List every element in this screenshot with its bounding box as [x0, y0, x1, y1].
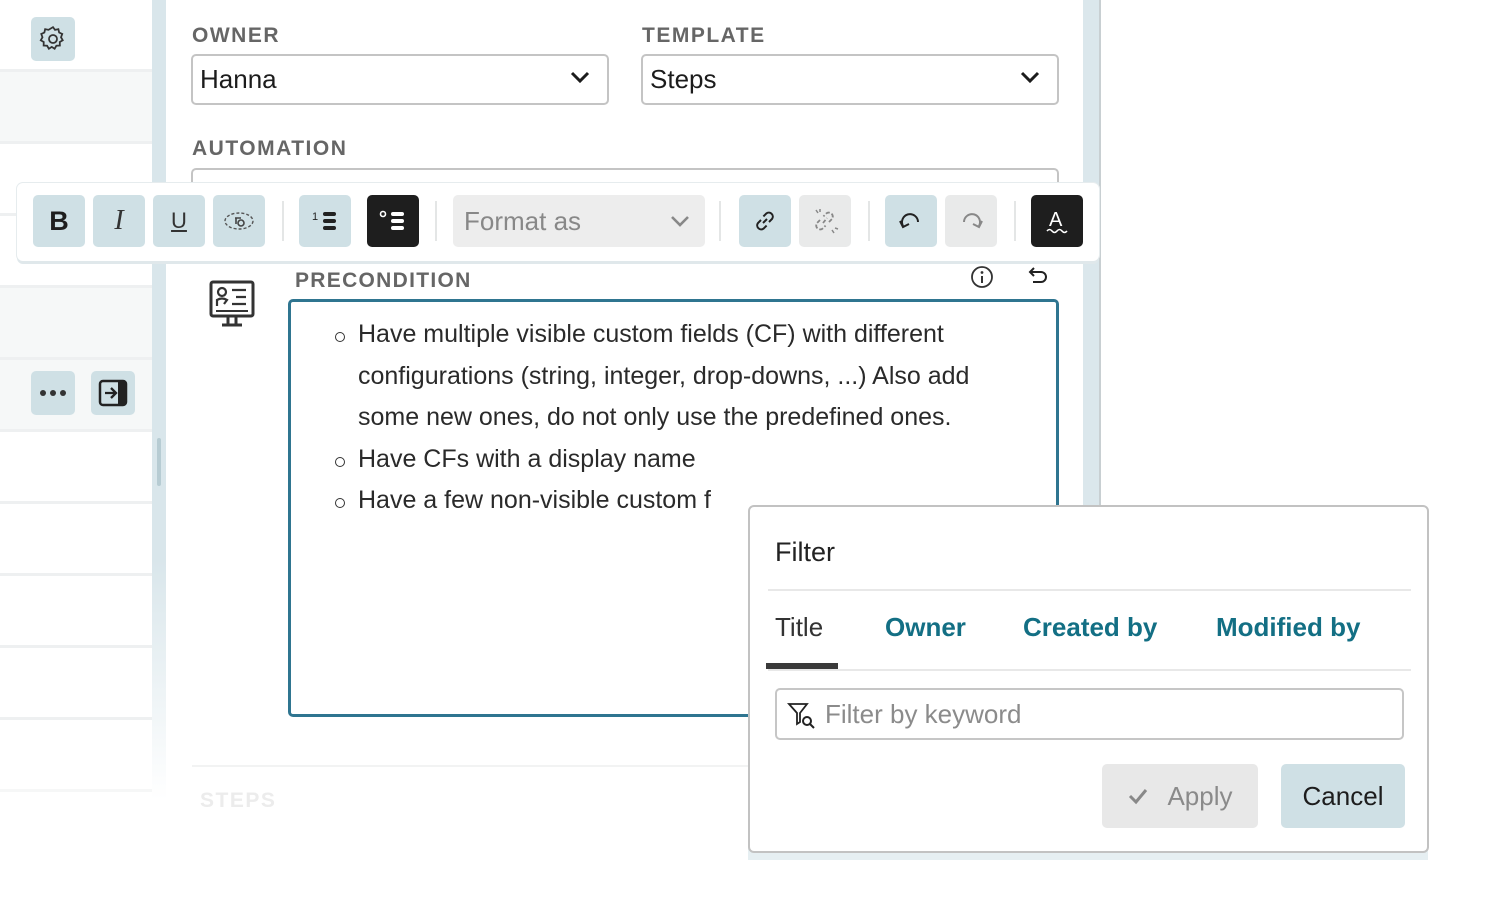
section-divider	[192, 765, 752, 767]
list-row[interactable]	[0, 72, 152, 144]
panel-border	[1099, 0, 1101, 505]
link-icon	[756, 211, 774, 231]
list-row[interactable]	[0, 720, 152, 792]
undo-button[interactable]	[885, 195, 937, 247]
text-color-button[interactable]: A	[1031, 195, 1083, 247]
list-row[interactable]	[0, 0, 152, 72]
scrollbar-thumb[interactable]	[157, 438, 161, 486]
list-row-selected[interactable]	[0, 360, 152, 432]
rich-text-toolbar: B I U 1 Format as A	[17, 183, 1099, 261]
list-row[interactable]	[0, 648, 152, 720]
clear-formatting-button[interactable]	[213, 195, 265, 247]
toolbar-separator	[719, 201, 721, 241]
bullet-list-icon	[379, 210, 404, 230]
redo-icon	[963, 213, 983, 229]
list-row[interactable]	[0, 576, 152, 648]
panel-expand-icon	[98, 379, 128, 407]
toolbar-separator	[282, 201, 284, 241]
toolbar-separator	[868, 201, 870, 241]
monitor-presentation-icon	[209, 280, 255, 327]
apply-button[interactable]: Apply	[1102, 764, 1258, 828]
ordered-list-button[interactable]: 1	[299, 195, 351, 247]
underline-button[interactable]: U	[153, 195, 205, 247]
list-row[interactable]	[0, 432, 152, 504]
undo-icon	[899, 213, 919, 229]
clear-formatting-icon	[224, 212, 254, 230]
precondition-icon-wrap	[208, 280, 256, 333]
bullet-list-button[interactable]	[367, 195, 419, 247]
filter-title: Filter	[775, 537, 835, 567]
list-panel	[0, 0, 152, 800]
italic-icon: I	[114, 205, 124, 236]
filter-keyword-field[interactable]	[775, 688, 1404, 740]
expand-panel-button[interactable]	[91, 371, 135, 415]
owner-label: OWNER	[192, 24, 280, 47]
unlink-button[interactable]	[799, 195, 851, 247]
chevron-down-icon	[1020, 71, 1040, 84]
more-button[interactable]	[31, 371, 75, 415]
list-row[interactable]	[0, 504, 152, 576]
apply-label: Apply	[1167, 780, 1233, 811]
list-item: Have multiple visible custom fields (CF)…	[333, 314, 1023, 439]
owner-value: Hanna	[200, 64, 277, 94]
svg-text:1: 1	[312, 211, 318, 223]
tab-modified-by[interactable]: Modified by	[1216, 612, 1360, 643]
cancel-label: Cancel	[1302, 780, 1384, 811]
tab-created-by[interactable]: Created by	[1023, 612, 1157, 643]
check-icon	[1129, 789, 1148, 805]
panel-divider[interactable]	[152, 0, 166, 800]
cancel-button[interactable]: Cancel	[1281, 764, 1405, 828]
filter-keyword-input[interactable]	[825, 698, 1402, 730]
owner-select[interactable]: Hanna	[191, 54, 609, 105]
tab-owner[interactable]: Owner	[885, 612, 966, 643]
filter-search-icon	[787, 703, 815, 729]
svg-text:A: A	[1049, 209, 1063, 231]
precondition-list: Have multiple visible custom fields (CF)…	[333, 314, 1023, 522]
toolbar-separator	[435, 201, 437, 241]
italic-button[interactable]: I	[93, 195, 145, 247]
filter-popup: Filter Title Owner Created by Modified b…	[748, 505, 1429, 853]
divider	[768, 589, 1411, 591]
chevron-down-icon	[570, 71, 590, 84]
chevron-down-icon	[671, 216, 689, 227]
steps-label: STEPS	[200, 789, 277, 812]
template-label: TEMPLATE	[642, 24, 766, 47]
list-item: Have CFs with a display name	[333, 439, 1023, 481]
ordered-list-icon: 1	[312, 211, 336, 230]
divider	[768, 669, 1411, 671]
info-icon[interactable]	[970, 265, 994, 289]
format-as-select[interactable]: Format as	[453, 195, 705, 247]
gear-icon	[39, 25, 64, 50]
underline-icon: U	[171, 208, 187, 233]
template-value: Steps	[650, 64, 717, 94]
text-color-icon: A	[1046, 209, 1068, 234]
automation-label: AUTOMATION	[192, 137, 348, 160]
toolbar-separator	[1014, 201, 1016, 241]
bold-icon: B	[49, 205, 69, 236]
revert-icon[interactable]	[1025, 264, 1049, 288]
settings-button[interactable]	[31, 17, 75, 61]
template-select[interactable]: Steps	[641, 54, 1059, 105]
precondition-label: PRECONDITION	[295, 269, 472, 292]
unlink-icon	[815, 209, 839, 234]
redo-button[interactable]	[945, 195, 997, 247]
tab-title[interactable]: Title	[775, 612, 823, 643]
list-row[interactable]	[0, 288, 152, 360]
more-horizontal-icon	[40, 390, 66, 396]
link-button[interactable]	[739, 195, 791, 247]
format-as-label: Format as	[464, 205, 582, 236]
bold-button[interactable]: B	[33, 195, 85, 247]
